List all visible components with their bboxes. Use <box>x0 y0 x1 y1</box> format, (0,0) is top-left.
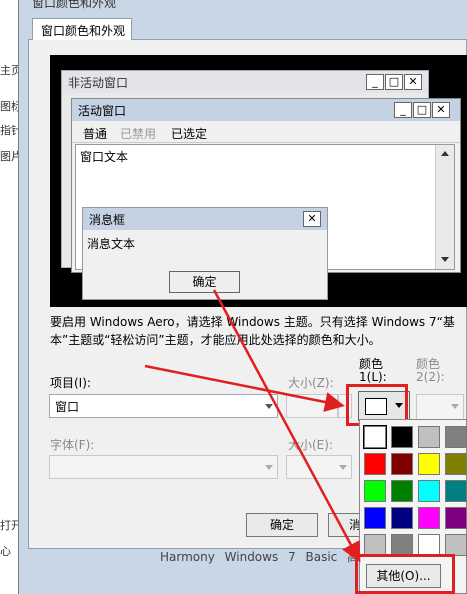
annotation-arrow-to-color1 <box>144 364 345 412</box>
screen: 主页 图标 指针 图片 打开 心 窗口颜色和外观 窗口颜色和外观 非活动窗口 _… <box>0 0 467 594</box>
annotation-arrow-to-other <box>212 289 361 563</box>
annotation-arrows <box>144 289 361 563</box>
